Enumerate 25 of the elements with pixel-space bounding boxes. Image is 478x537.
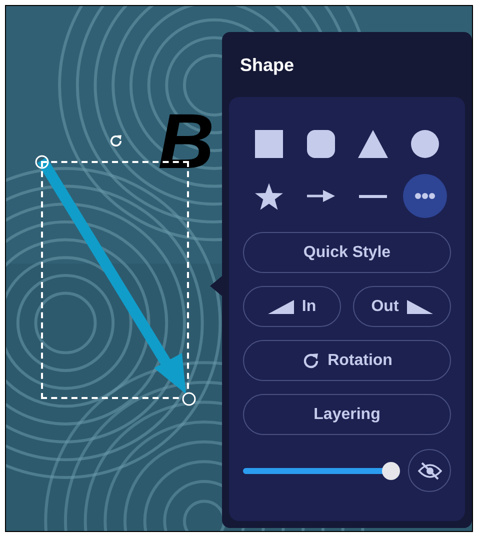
resize-handle[interactable] <box>182 392 196 406</box>
line-icon <box>359 194 387 198</box>
panel-button[interactable]: Out <box>353 286 451 327</box>
panel-button[interactable]: Rotation <box>243 340 451 381</box>
arrow-icon <box>307 190 335 202</box>
more-icon <box>415 193 435 199</box>
star-icon <box>255 182 283 210</box>
rounded-square-icon <box>307 130 335 158</box>
resize-handle[interactable] <box>35 155 49 169</box>
slide-text: B <box>158 102 214 180</box>
panel-button[interactable]: Quick Style <box>243 232 451 273</box>
panel-title: Shape <box>239 54 296 77</box>
eye-off-icon <box>418 462 442 480</box>
wedge-icon <box>406 300 433 314</box>
slider-thumb[interactable] <box>382 462 400 480</box>
panel-button[interactable]: In <box>243 286 341 327</box>
circle-icon <box>411 130 439 158</box>
rotate-handle-icon[interactable] <box>109 134 123 148</box>
square-icon <box>255 130 283 158</box>
shape-option[interactable] <box>403 174 447 218</box>
triangle-icon <box>358 130 388 158</box>
panel-button[interactable]: Layering <box>243 394 451 435</box>
visibility-button[interactable] <box>408 449 451 492</box>
wedge-icon <box>268 300 294 314</box>
rotate-icon <box>302 352 320 370</box>
